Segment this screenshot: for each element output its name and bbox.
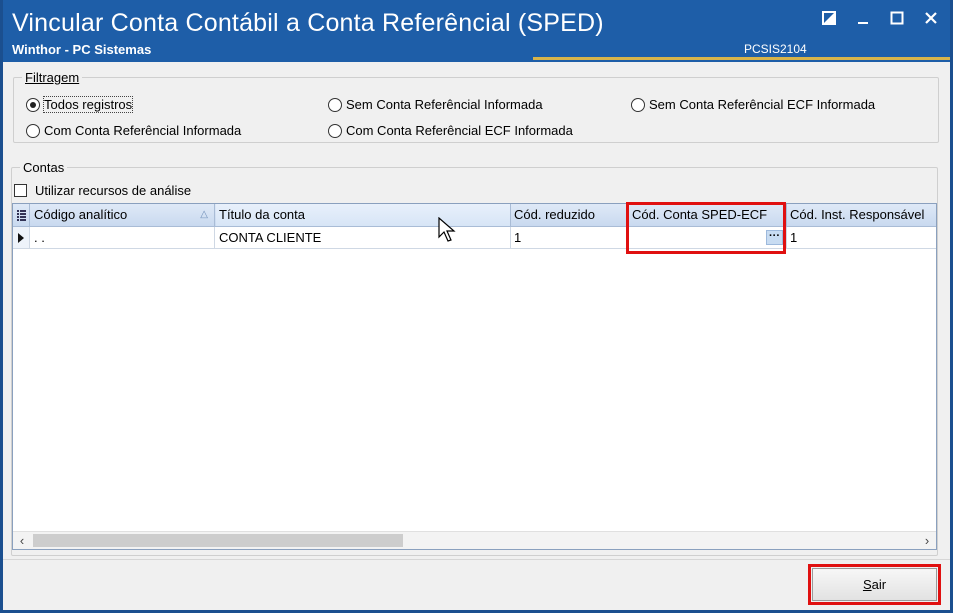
- window-title: Vincular Conta Contábil a Conta Referênc…: [12, 9, 604, 37]
- scroll-thumb[interactable]: [33, 534, 403, 547]
- minimize-icon[interactable]: [852, 8, 874, 28]
- ellipsis-button[interactable]: ···: [766, 230, 783, 245]
- grid-header: Código analítico △ Título da conta Cód. …: [13, 204, 936, 227]
- scroll-left-icon[interactable]: ‹: [13, 532, 31, 549]
- checkbox-unchecked-icon: [14, 184, 27, 197]
- footer-bar: Sair: [3, 559, 950, 610]
- scroll-right-icon[interactable]: ›: [918, 532, 936, 549]
- restore-icon[interactable]: [818, 8, 840, 28]
- radio-label: Com Conta Referêncial ECF Informada: [346, 123, 573, 138]
- horizontal-scrollbar[interactable]: ‹ ›: [13, 531, 936, 549]
- title-bar[interactable]: Vincular Conta Contábil a Conta Referênc…: [3, 0, 950, 62]
- cell-cod-conta-sped-ecf[interactable]: ···: [629, 227, 787, 248]
- cell-codigo-analitico[interactable]: . .: [31, 227, 215, 248]
- maximize-icon[interactable]: [886, 8, 908, 28]
- radio-unchecked-icon: [328, 123, 342, 138]
- client-area: Filtragem Todos registros Sem Conta Refe…: [3, 62, 950, 610]
- sort-ascending-icon: △: [200, 209, 208, 220]
- radio-unchecked-icon: [631, 97, 645, 112]
- radio-label: Todos registros: [42, 96, 134, 113]
- cell-cod-inst-responsavel[interactable]: 1: [787, 227, 936, 248]
- column-header-label: Título da conta: [219, 207, 305, 222]
- sair-label-mnemonic: S: [862, 577, 872, 592]
- column-header-codigo-analitico[interactable]: Código analítico △: [31, 204, 215, 226]
- window-subtitle: Winthor - PC Sistemas: [12, 42, 152, 57]
- cell-cod-reduzido[interactable]: 1: [511, 227, 629, 248]
- radio-label: Sem Conta Referêncial Informada: [346, 97, 543, 112]
- radio-todos-registros[interactable]: Todos registros: [26, 96, 134, 113]
- close-icon[interactable]: [920, 8, 942, 28]
- app-window: Vincular Conta Contábil a Conta Referênc…: [0, 0, 953, 613]
- radio-checked-icon: [26, 97, 40, 112]
- sair-label: air: [871, 577, 887, 592]
- column-chooser-icon[interactable]: [13, 204, 30, 226]
- checkbox-label: Utilizar recursos de análise: [35, 183, 192, 198]
- column-header-label: Cód. reduzido: [514, 207, 595, 222]
- filter-legend: Filtragem: [22, 70, 83, 85]
- radio-label: Sem Conta Referêncial ECF Informada: [649, 97, 876, 112]
- radio-com-conta-referencial-ecf[interactable]: Com Conta Referêncial ECF Informada: [328, 123, 573, 138]
- radio-sem-conta-referencial[interactable]: Sem Conta Referêncial Informada: [328, 97, 543, 112]
- filter-group: Filtragem Todos registros Sem Conta Refe…: [13, 70, 939, 143]
- radio-unchecked-icon: [328, 97, 342, 112]
- column-header-cod-inst-responsavel[interactable]: Cód. Inst. Responsável: [787, 204, 936, 226]
- radio-sem-conta-referencial-ecf[interactable]: Sem Conta Referêncial ECF Informada: [631, 97, 875, 112]
- contas-legend: Contas: [20, 160, 68, 175]
- table-row[interactable]: . . CONTA CLIENTE 1 ··· 1: [13, 227, 936, 249]
- mouse-cursor-icon: [438, 216, 456, 246]
- radio-unchecked-icon: [26, 123, 40, 138]
- column-header-cod-conta-sped-ecf[interactable]: Cód. Conta SPED-ECF: [629, 204, 787, 226]
- contas-grid[interactable]: Código analítico △ Título da conta Cód. …: [12, 203, 937, 550]
- column-header-label: Cód. Conta SPED-ECF: [632, 207, 768, 222]
- radio-com-conta-referencial[interactable]: Com Conta Referêncial Informada: [26, 123, 241, 138]
- row-indicator-icon: [13, 227, 30, 248]
- radio-label: Com Conta Referêncial Informada: [44, 123, 242, 138]
- title-accent-line: [533, 57, 950, 60]
- column-header-label: Cód. Inst. Responsável: [790, 207, 925, 222]
- analysis-checkbox[interactable]: Utilizar recursos de análise: [14, 183, 191, 198]
- program-code: PCSIS2104: [744, 42, 807, 56]
- column-header-cod-reduzido[interactable]: Cód. reduzido: [511, 204, 629, 226]
- sair-button[interactable]: Sair: [812, 568, 937, 601]
- cell-titulo-conta[interactable]: CONTA CLIENTE: [216, 227, 511, 248]
- window-controls: [818, 8, 942, 28]
- column-header-titulo-conta[interactable]: Título da conta: [216, 204, 511, 226]
- column-header-label: Código analítico: [34, 207, 128, 222]
